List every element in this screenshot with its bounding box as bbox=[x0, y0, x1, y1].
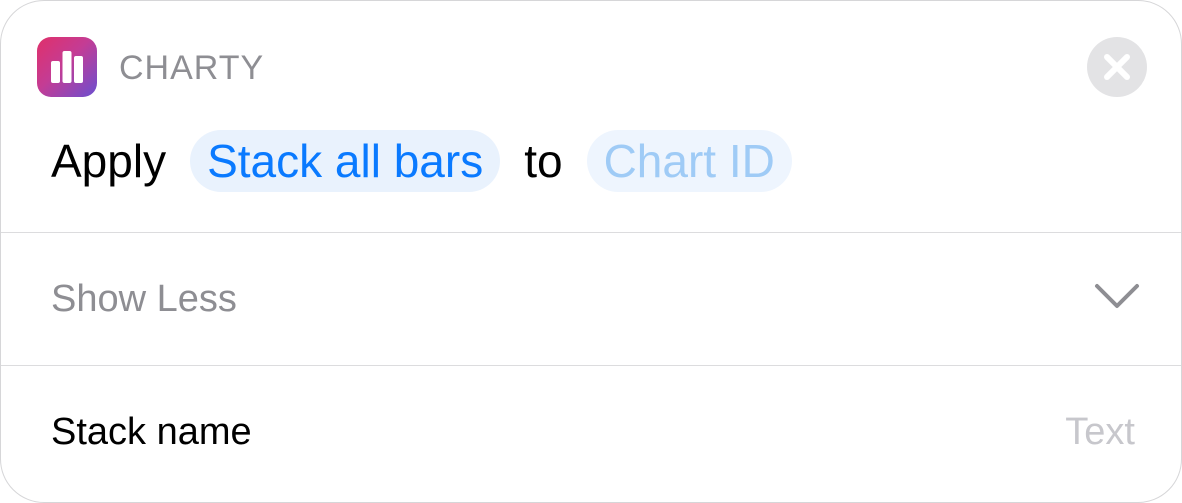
parameter-row-stack-name: Stack name bbox=[1, 366, 1181, 502]
close-button[interactable] bbox=[1087, 37, 1147, 97]
close-icon bbox=[1104, 54, 1130, 80]
action-sentence: Apply Stack all bars to Chart ID bbox=[51, 129, 816, 193]
action-card: CHARTY Apply Stack all bars to Chart ID … bbox=[0, 0, 1182, 503]
action-connector: to bbox=[524, 135, 563, 187]
show-less-toggle[interactable]: Show Less bbox=[1, 233, 1181, 365]
charty-app-icon bbox=[37, 37, 97, 97]
stack-name-label: Stack name bbox=[51, 411, 252, 453]
chart-id-token[interactable]: Chart ID bbox=[586, 130, 792, 192]
app-name: CHARTY bbox=[119, 49, 265, 87]
show-less-label: Show Less bbox=[51, 278, 237, 320]
chevron-down-icon bbox=[1095, 284, 1139, 308]
action-verb: Apply bbox=[51, 135, 167, 187]
action-token[interactable]: Stack all bars bbox=[190, 130, 501, 192]
stack-name-input[interactable] bbox=[835, 410, 1135, 454]
bar-chart-icon bbox=[51, 51, 83, 83]
